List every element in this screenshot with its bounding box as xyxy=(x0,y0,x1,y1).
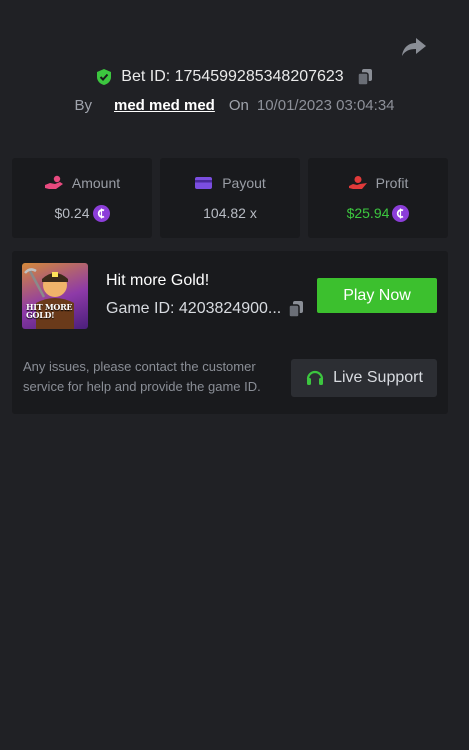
copy-icon[interactable] xyxy=(287,300,305,318)
currency-coin-icon xyxy=(92,204,110,222)
profit-value: $25.94 xyxy=(346,205,390,221)
bet-id-text: Bet ID: 1754599285348207623 xyxy=(121,68,344,85)
hand-coin-icon xyxy=(44,175,63,189)
payout-value: 104.82 x xyxy=(203,205,257,221)
amount-stat: Amount $0.24 xyxy=(12,158,152,238)
amount-label: Amount xyxy=(71,174,121,191)
profit-label: Profit xyxy=(375,174,409,191)
hand-money-icon xyxy=(348,175,367,189)
live-support-button[interactable]: Live Support xyxy=(291,359,437,397)
live-support-label: Live Support xyxy=(333,369,423,386)
verified-shield-icon xyxy=(97,69,112,85)
profit-stat: Profit $25.94 xyxy=(308,158,448,238)
play-now-button[interactable]: Play Now xyxy=(317,278,437,313)
game-id-text: Game ID: 4203824900... xyxy=(106,300,282,317)
support-notice: Any issues, please contact the customer … xyxy=(23,359,261,394)
payout-label: Payout xyxy=(222,175,266,191)
share-icon[interactable] xyxy=(401,36,427,58)
copy-icon[interactable] xyxy=(356,68,374,86)
game-thumbnail-text: HIT MORE GOLD! xyxy=(26,302,73,320)
bet-details-page: Bet ID: 1754599285348207623 By med med m… xyxy=(0,0,469,750)
headset-icon xyxy=(306,370,324,385)
bet-stats: Amount $0.24 Payout 104.82 x Profit $25.… xyxy=(12,158,448,238)
payout-stat: Payout 104.82 x xyxy=(160,158,300,238)
game-title: Hit more Gold! xyxy=(106,272,210,289)
amount-value: $0.24 xyxy=(54,205,90,221)
bet-datetime: 10/01/2023 03:04:34 xyxy=(256,97,395,114)
username-link[interactable]: med med med xyxy=(114,97,215,114)
on-label: On xyxy=(228,97,249,114)
game-thumbnail[interactable]: HIT MORE GOLD! xyxy=(22,263,88,329)
by-label: By xyxy=(74,97,92,114)
bet-author-row: By med med med On 10/01/2023 03:04:34 xyxy=(0,97,469,114)
game-card: HIT MORE GOLD! Hit more Gold! Game ID: 4… xyxy=(12,251,448,414)
wallet-card-icon xyxy=(195,177,213,189)
currency-coin-icon xyxy=(392,204,410,222)
bet-id-row: Bet ID: 1754599285348207623 xyxy=(0,68,469,86)
game-id-row: Game ID: 4203824900... xyxy=(106,300,305,318)
